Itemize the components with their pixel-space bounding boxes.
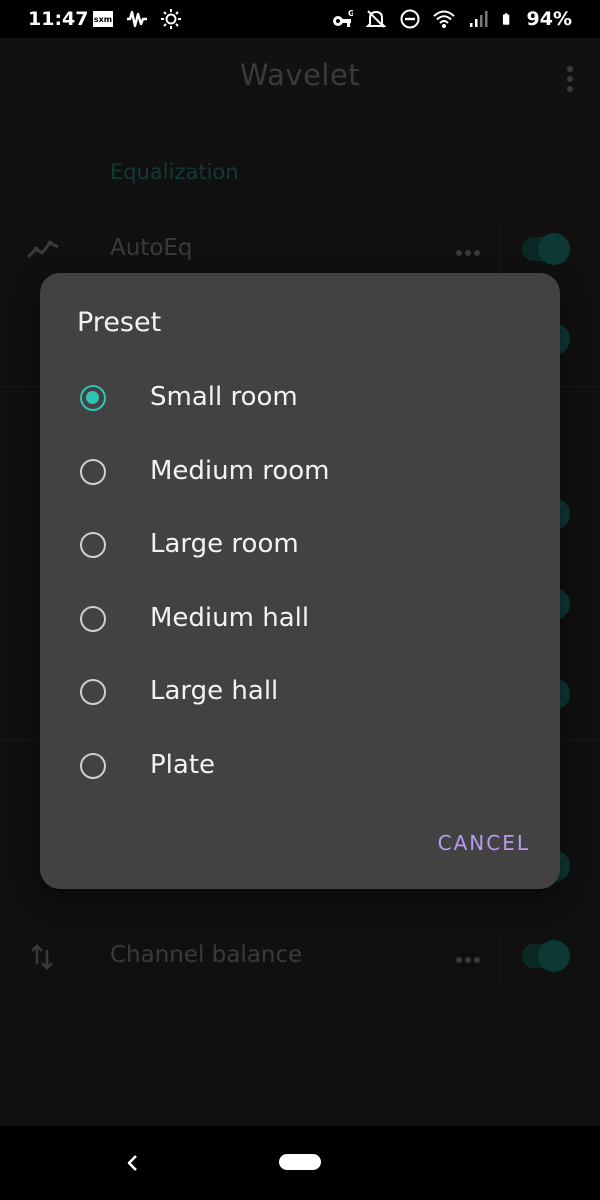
radio-button[interactable] <box>80 605 106 632</box>
sxm-icon: sxm <box>93 11 113 27</box>
radio-button[interactable] <box>80 752 106 779</box>
radio-button[interactable] <box>80 532 106 558</box>
back-icon[interactable] <box>124 1154 142 1172</box>
home-pill[interactable] <box>279 1154 321 1170</box>
preset-options: Small room Medium room Large room Medium… <box>40 363 560 804</box>
cancel-button[interactable]: CANCEL <box>438 831 530 855</box>
preset-option-large-hall[interactable]: Large hall <box>40 657 560 731</box>
battery-percent: 94% <box>526 8 572 30</box>
option-label: Medium room <box>150 455 330 486</box>
preset-option-medium-room[interactable]: Medium room <box>40 437 560 511</box>
battery-icon <box>502 13 509 25</box>
radio-button[interactable] <box>80 385 106 411</box>
svg-text:sxm: sxm <box>94 15 112 24</box>
brightness-icon <box>161 9 181 29</box>
clock: 11:47 <box>28 8 89 30</box>
status-bar: 11:47 sxm G 94% <box>0 0 600 38</box>
option-label: Plate <box>150 749 216 780</box>
option-label: Small room <box>150 382 298 412</box>
bell-off-icon <box>365 10 386 28</box>
waveform-icon <box>127 10 147 28</box>
option-label: Medium hall <box>150 602 310 633</box>
wifi-icon <box>432 10 455 28</box>
radio-button[interactable] <box>80 679 106 705</box>
option-label: Large room <box>150 529 299 559</box>
radio-button[interactable] <box>80 458 106 485</box>
navigation-bar <box>0 1126 600 1200</box>
preset-option-large-room[interactable]: Large room <box>40 510 560 584</box>
preset-option-plate[interactable]: Plate <box>40 731 560 805</box>
preset-option-medium-hall[interactable]: Medium hall <box>40 584 560 658</box>
vpn-key-icon: G <box>332 9 353 27</box>
dnd-icon <box>400 9 420 29</box>
preset-option-small-room[interactable]: Small room <box>40 363 560 437</box>
preset-dialog: Preset Small room Medium room Large room… <box>40 273 560 889</box>
svg-text:G: G <box>348 9 353 18</box>
dialog-title: Preset <box>77 307 162 338</box>
option-label: Large hall <box>150 676 279 706</box>
signal-icon <box>469 11 488 27</box>
